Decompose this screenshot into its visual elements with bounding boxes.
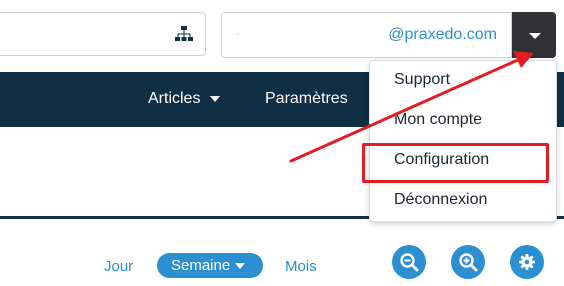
view-day-link[interactable]: Jour [104,258,133,275]
view-week-label: Semaine [171,257,231,274]
caret-down-icon [529,33,541,39]
sitemap-icon[interactable] [175,26,193,42]
chevron-down-icon [235,263,246,270]
gear-icon [519,254,535,270]
redacted-username: · [236,26,241,41]
user-menu-toggle-button[interactable] [512,12,556,58]
settings-button[interactable] [510,245,544,279]
organization-field[interactable] [0,12,206,56]
nav-parametres-label: Paramètres [265,90,348,107]
nav-parametres[interactable]: Paramètres [265,90,348,108]
user-dropdown-menu: Support Mon compte Configuration Déconne… [369,60,557,222]
zoom-out-icon [400,253,419,272]
chevron-down-icon [210,95,221,102]
menu-item-deconnexion[interactable]: Déconnexion [394,191,487,209]
nav-articles[interactable]: Articles [148,90,221,108]
zoom-in-icon [459,253,478,272]
user-email: @praxedo.com [388,26,497,43]
view-month-link[interactable]: Mois [285,258,317,275]
user-account-field[interactable]: · @praxedo.com [221,12,512,58]
zoom-out-button[interactable] [392,245,426,279]
nav-articles-label: Articles [148,90,201,107]
menu-item-mon-compte[interactable]: Mon compte [394,111,482,129]
zoom-in-button[interactable] [451,245,485,279]
annotation-highlight-box [362,143,549,183]
menu-item-support[interactable]: Support [394,71,450,89]
view-week-button[interactable]: Semaine [157,253,263,278]
